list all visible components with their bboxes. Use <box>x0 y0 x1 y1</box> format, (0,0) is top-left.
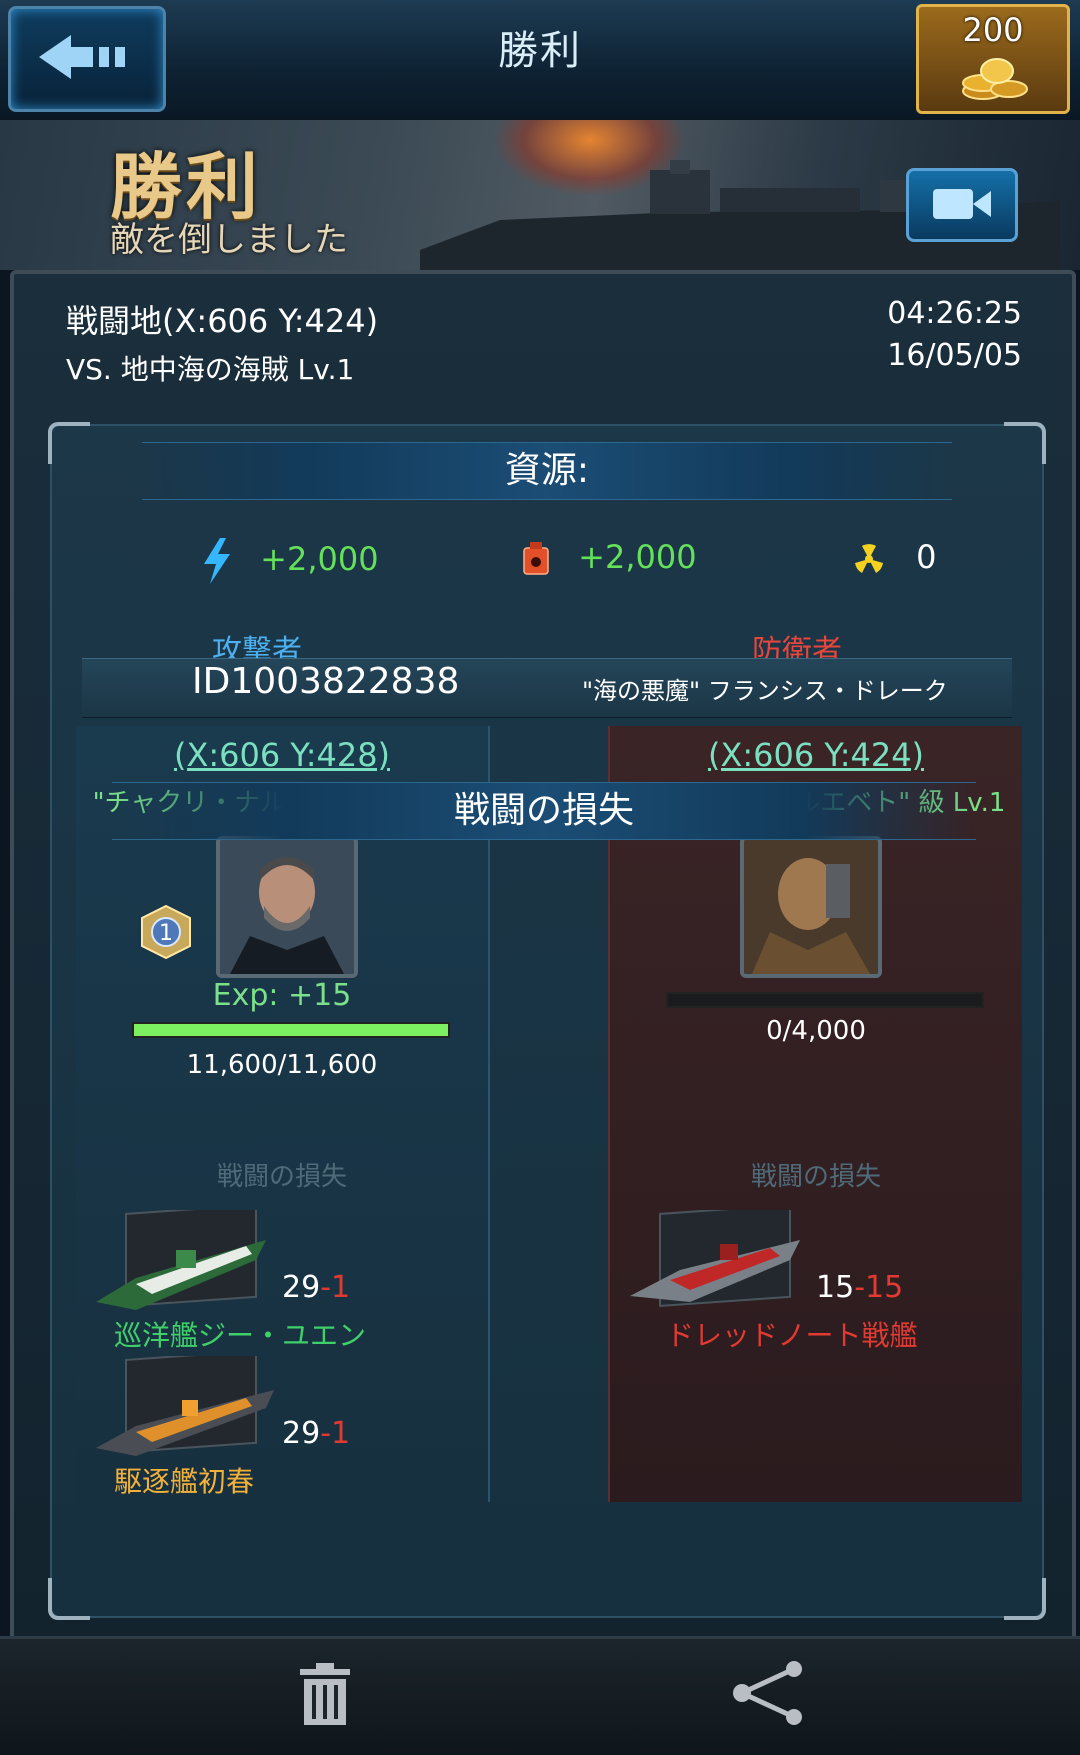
destroyer-ship-image <box>96 1356 274 1456</box>
attacker-unit: 29-1 駆逐艦初春 <box>96 1356 486 1498</box>
back-arrow-icon <box>39 35 125 79</box>
share-icon <box>733 1661 802 1725</box>
resource-energy-value: +2,000 <box>260 540 379 578</box>
victory-banner: 勝利 敵を倒しました <box>0 120 1080 270</box>
gold-balance[interactable]: 200 <box>916 4 1070 114</box>
trash-icon <box>300 1663 350 1725</box>
attacker-unit-name: 巡洋艦ジー・ユエン <box>114 1319 367 1352</box>
frame-corner <box>48 1578 90 1620</box>
attacker-unit-loss: -1 <box>320 1270 351 1305</box>
resource-oil-value: +2,000 <box>578 538 697 576</box>
attacker-unit-loss: -1 <box>320 1416 351 1451</box>
defender-unit-name: ドレッドノート戦艦 <box>666 1319 918 1352</box>
frame-corner <box>48 422 90 464</box>
defender-unit: 15-15 ドレッドノート戦艦 <box>630 1210 1020 1352</box>
uranium-radiation-icon <box>855 544 883 573</box>
cruiser-ship-image <box>96 1210 266 1310</box>
frame-corner <box>1004 1578 1046 1620</box>
defender-coords-link[interactable]: (X:606 Y:424) <box>610 736 1022 774</box>
battle-location: 戦闘地(X:606 Y:424) <box>66 302 379 340</box>
victory-subline: 敵を倒しました <box>110 220 348 260</box>
oil-canister-icon <box>523 542 549 575</box>
page-title: 勝利 <box>498 28 582 74</box>
replay-button[interactable] <box>906 168 1018 242</box>
attacker-unit-name: 駆逐艦初春 <box>114 1465 255 1498</box>
resource-uranium-value: 0 <box>916 538 937 576</box>
attacker-loss-label: 戦闘の損失 <box>216 1162 347 1192</box>
defender-column: (X:606 Y:424) "チャクリ・ナルエベト" 級 Lv.1 0/4,00… <box>608 726 1022 1502</box>
resource-uranium: 0 <box>852 538 937 576</box>
pirate-portrait-image <box>744 840 878 974</box>
defender-commander-portrait[interactable] <box>740 836 882 978</box>
attacker-unit-count: 29-1 <box>282 1270 351 1305</box>
battle-time: 04:26:25 <box>887 296 1022 331</box>
defender-name: "海の悪魔" フランシス・ドレーク <box>582 677 948 705</box>
resources-header: 資源: <box>142 442 952 500</box>
share-button[interactable] <box>730 1661 806 1729</box>
delete-button[interactable] <box>300 1663 350 1729</box>
defender-hp-bar <box>666 992 984 1008</box>
report-body: 資源: +2,000 +2,000 0 攻撃者 防衛者 ID1003822838… <box>48 422 1046 1620</box>
defender-unit-count: 15-15 <box>816 1270 904 1305</box>
back-button[interactable] <box>8 6 166 112</box>
attacker-losses: 戦闘の損失 29-1 巡洋艦ジー・ユエン 29-1 駆逐艦初春 <box>76 726 488 1502</box>
attacker-id: ID1003822838 <box>192 661 460 702</box>
defender-unit-loss: -15 <box>854 1270 904 1305</box>
gold-count: 200 <box>962 11 1024 49</box>
top-bar: 勝利 200 <box>0 0 1080 123</box>
battle-report-panel: 戦闘地(X:606 Y:424) VS. 地中海の海賊 Lv.1 04:26:2… <box>10 270 1076 1642</box>
defender-hp-text: 0/4,000 <box>766 1016 866 1046</box>
resource-energy: +2,000 <box>202 538 379 584</box>
opponent-line: VS. 地中海の海賊 Lv.1 <box>66 353 355 386</box>
defender-loss-label: 戦闘の損失 <box>750 1162 881 1192</box>
resource-oil: +2,000 <box>522 538 697 576</box>
energy-bolt-icon <box>204 538 230 584</box>
attacker-unit-count: 29-1 <box>282 1416 351 1451</box>
battle-date: 16/05/05 <box>887 338 1022 373</box>
gold-coins-icon <box>962 58 1028 100</box>
frame-corner <box>1004 422 1046 464</box>
attacker-unit: 29-1 巡洋艦ジー・ユエン <box>96 1210 486 1352</box>
video-replay-icon <box>933 189 991 219</box>
dreadnought-ship-image <box>630 1210 800 1307</box>
participants-strip: ID1003822838 "海の悪魔" フランシス・ドレーク <box>82 658 1012 718</box>
bottom-toolbar <box>0 1636 1080 1755</box>
